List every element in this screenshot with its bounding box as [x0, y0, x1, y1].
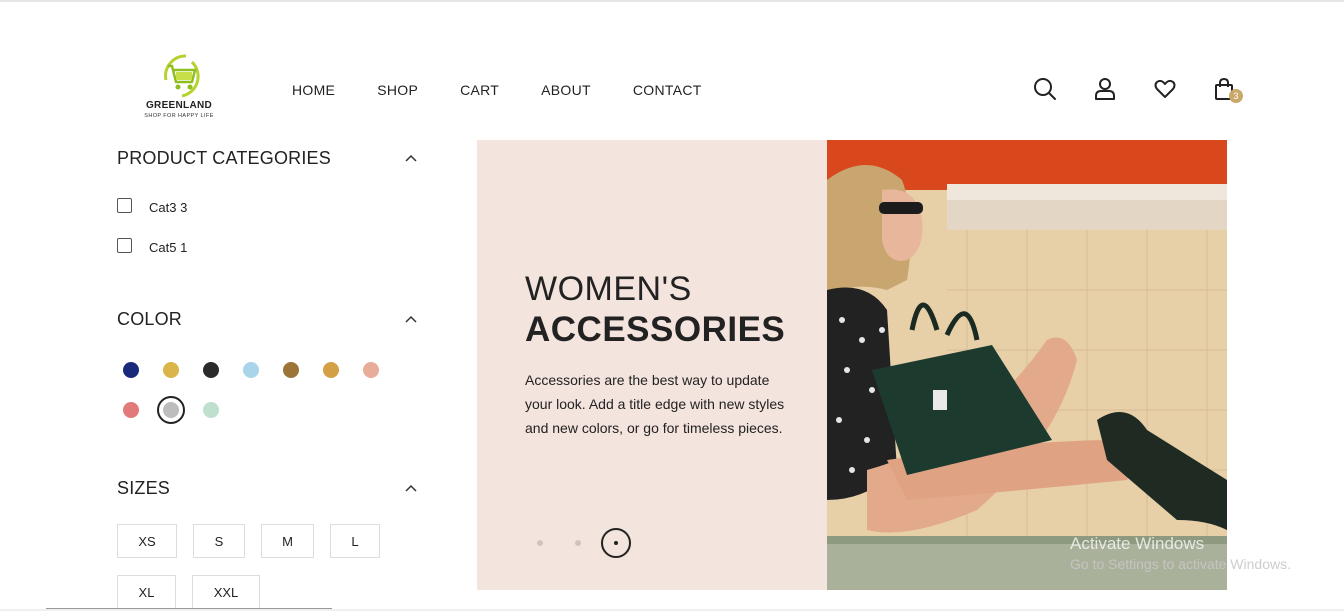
category-label: Cat3 3: [149, 200, 188, 215]
color-swatch[interactable]: [243, 362, 259, 378]
color-swatch[interactable]: [203, 362, 219, 378]
category-label: Cat5 1: [149, 240, 188, 255]
size-s-button[interactable]: S: [193, 524, 245, 558]
windows-activation-watermark: Activate Windows Go to Settings to activ…: [1070, 534, 1291, 572]
slider-dot[interactable]: [575, 540, 581, 546]
hero-title-line1: WOMEN'S: [525, 270, 692, 308]
color-swatch[interactable]: [123, 362, 139, 378]
color-swatch[interactable]: [163, 362, 179, 378]
selected-swatch-ring: [157, 396, 185, 424]
color-swatch[interactable]: [363, 362, 379, 378]
nav-cart[interactable]: CART: [460, 82, 499, 98]
nav-contact[interactable]: CONTACT: [633, 82, 702, 98]
slider-dot[interactable]: [537, 540, 543, 546]
header-actions: 3: [1033, 77, 1273, 103]
color-swatch[interactable]: [283, 362, 299, 378]
nav-shop[interactable]: SHOP: [377, 82, 418, 98]
main-nav: HOME SHOP CART ABOUT CONTACT: [292, 82, 744, 98]
color-title: COLOR: [117, 309, 183, 329]
size-m-button[interactable]: M: [261, 524, 314, 558]
hero-banner: WOMEN'S ACCESSORIES Accessories are the …: [477, 140, 1227, 590]
size-xs-button[interactable]: XS: [117, 524, 177, 558]
watermark-line2: Go to Settings to activate Windows.: [1070, 556, 1291, 572]
category-checkbox[interactable]: [117, 238, 132, 253]
heart-icon[interactable]: [1153, 77, 1177, 101]
top-border: [0, 0, 1344, 2]
size-xxl-button[interactable]: XXL: [192, 575, 260, 609]
search-icon[interactable]: [1033, 77, 1057, 101]
categories-title: PRODUCT CATEGORIES: [117, 148, 331, 168]
slider-dot-active[interactable]: [601, 528, 631, 558]
color-swatch[interactable]: [203, 402, 219, 418]
category-item[interactable]: Cat3 3: [117, 196, 187, 215]
nav-about[interactable]: ABOUT: [541, 82, 591, 98]
size-l-button[interactable]: L: [330, 524, 380, 558]
category-item[interactable]: Cat5 1: [117, 236, 187, 255]
hero-image: [827, 140, 1227, 590]
size-xl-button[interactable]: XL: [117, 575, 176, 609]
logo[interactable]: GREENLAND SHOP FOR HAPPY LIFE: [134, 50, 224, 128]
bag-icon[interactable]: 3: [1213, 77, 1243, 103]
color-swatch[interactable]: [123, 402, 139, 418]
category-checkbox[interactable]: [117, 198, 132, 213]
cart-count-badge: 3: [1229, 89, 1243, 103]
chevron-up-icon[interactable]: [404, 312, 418, 326]
nav-home[interactable]: HOME: [292, 82, 335, 98]
cart-logo-icon: [164, 54, 200, 98]
logo-tagline: SHOP FOR HAPPY LIFE: [144, 113, 214, 119]
watermark-line1: Activate Windows: [1070, 534, 1205, 553]
color-swatch[interactable]: [323, 362, 339, 378]
hero-description: Accessories are the best way to update y…: [525, 372, 785, 436]
sizes-title: SIZES: [117, 478, 171, 498]
chevron-up-icon[interactable]: [404, 481, 418, 495]
user-icon[interactable]: [1093, 77, 1117, 101]
chevron-up-icon[interactable]: [404, 151, 418, 165]
logo-brand: GREENLAND: [145, 100, 213, 111]
hero-title-line2: ACCESSORIES: [525, 310, 786, 349]
